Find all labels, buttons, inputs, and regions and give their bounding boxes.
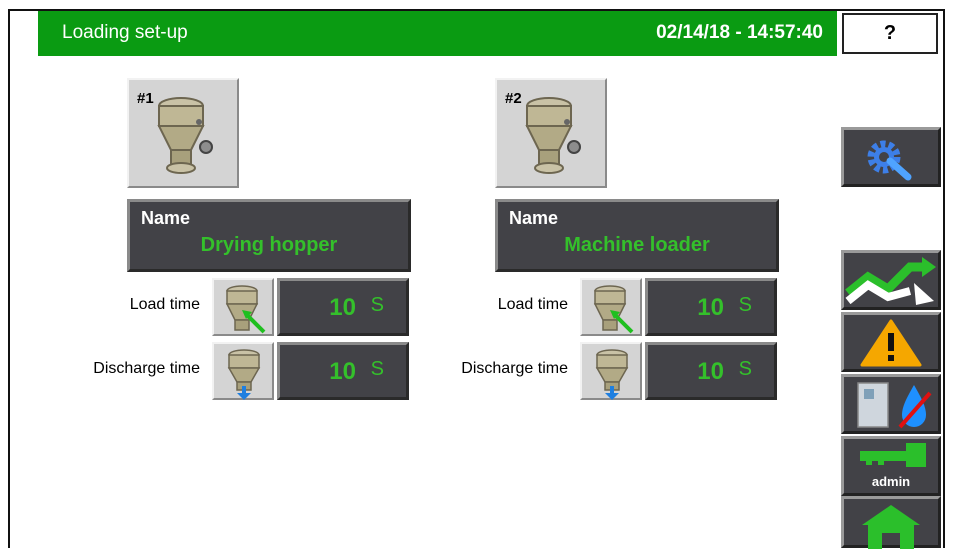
user-label: admin <box>871 474 911 489</box>
loader-1-discharge-icon-button[interactable] <box>212 342 274 400</box>
alarm-button[interactable] <box>841 312 941 372</box>
load-hopper-icon <box>225 285 266 334</box>
load-time-unit: S <box>738 294 752 316</box>
name-label: Name <box>141 208 191 228</box>
load-time-value: 10 <box>329 294 356 321</box>
loader-1-button[interactable]: #1 <box>127 78 239 188</box>
loader-2-load-time-field[interactable]: 10 S <box>645 278 777 336</box>
discharge-time-value: 10 <box>329 358 356 385</box>
trend-button[interactable] <box>841 250 941 310</box>
warning-icon <box>860 319 922 367</box>
discharge-time-value: 10 <box>697 358 724 385</box>
loader-2-discharge-time-field[interactable]: 10 S <box>645 342 777 400</box>
load-hopper-icon <box>593 285 634 334</box>
screen-border-left <box>8 9 10 548</box>
loader-1-name-panel[interactable]: Name Drying hopper <box>127 199 411 272</box>
user-login-button[interactable]: admin <box>841 436 941 496</box>
home-button[interactable] <box>841 496 941 549</box>
discharge-time-unit: S <box>370 358 384 380</box>
hopper-loader-icon <box>157 97 213 174</box>
discharge-time-label: Discharge time <box>93 360 200 377</box>
datetime-display: 02/14/18 - 14:57:40 <box>656 22 823 43</box>
loader-2-button[interactable]: #2 <box>495 78 607 188</box>
loader-name: Machine loader <box>564 234 710 256</box>
loader-2-load-icon-button[interactable] <box>580 278 642 336</box>
screen-border-right <box>943 9 945 548</box>
home-icon <box>862 505 920 549</box>
discharge-time-unit: S <box>738 358 752 380</box>
load-time-label: Load time <box>497 296 568 313</box>
page-title: Loading set-up <box>62 22 188 43</box>
loader-1-discharge-time-field[interactable]: 10 S <box>277 342 409 400</box>
help-button[interactable]: ? <box>842 13 938 54</box>
load-time-unit: S <box>370 294 384 316</box>
settings-button[interactable] <box>841 127 941 187</box>
loader-2-name-panel[interactable]: Name Machine loader <box>495 199 779 272</box>
gear-wrench-icon <box>867 140 912 181</box>
name-label: Name <box>509 208 559 228</box>
loader-1-load-icon-button[interactable] <box>212 278 274 336</box>
load-time-value: 10 <box>697 294 724 321</box>
discharge-hopper-icon <box>227 349 261 400</box>
loader-2-discharge-icon-button[interactable] <box>580 342 642 400</box>
loader-1-load-time-field[interactable]: 10 S <box>277 278 409 336</box>
dryer-button[interactable] <box>841 374 941 434</box>
discharge-hopper-icon <box>595 349 629 400</box>
loader-name: Drying hopper <box>200 234 338 256</box>
load-time-label: Load time <box>129 296 200 313</box>
hopper-loader-icon <box>525 97 581 174</box>
discharge-time-label: Discharge time <box>461 360 568 377</box>
header-bar: Loading set-up 02/14/18 - 14:57:40 <box>38 11 837 56</box>
dryer-water-icon <box>857 382 932 429</box>
trend-chart-icon <box>845 257 936 305</box>
